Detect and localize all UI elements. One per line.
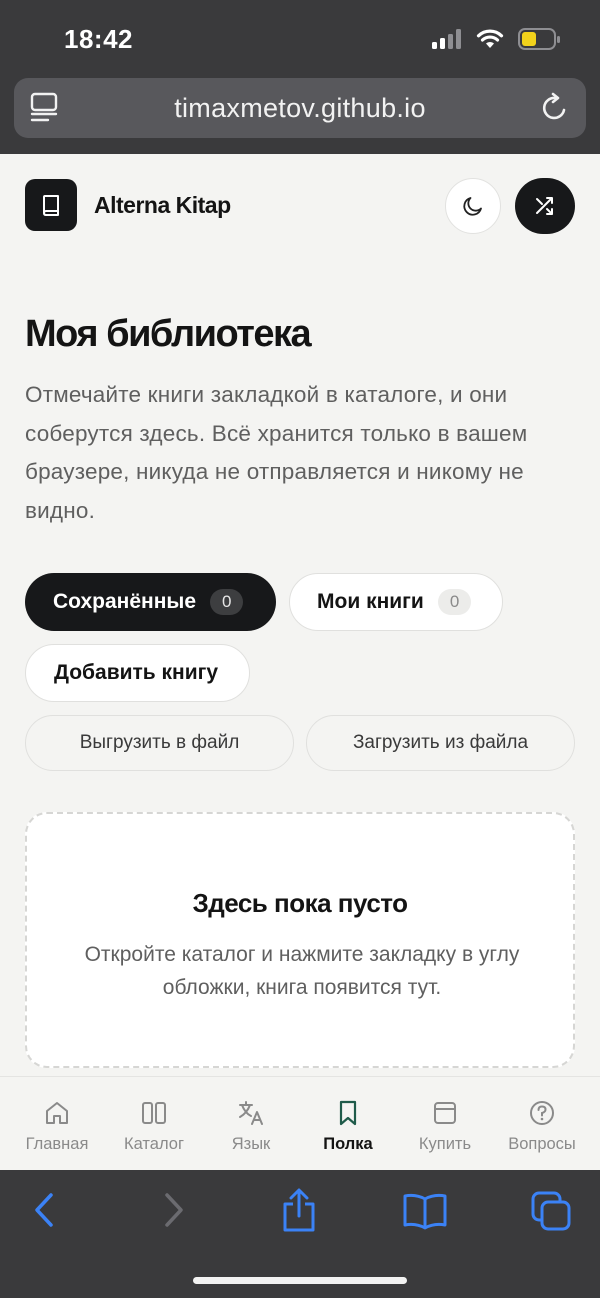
nav-label-shelf: Полка bbox=[323, 1135, 373, 1153]
battery-icon bbox=[518, 28, 560, 50]
add-book-label: Добавить книгу bbox=[54, 661, 219, 684]
tab-saved-label: Сохранённые bbox=[53, 590, 197, 613]
nav-label-language: Язык bbox=[231, 1135, 271, 1153]
nav-label-faq: Вопросы bbox=[508, 1135, 576, 1153]
site-header: Alterna Kitap bbox=[25, 178, 575, 234]
nav-item-faq[interactable]: Вопросы bbox=[494, 1077, 590, 1171]
saved-count-badge: 0 bbox=[210, 589, 244, 615]
nav-item-catalog[interactable]: Каталог bbox=[106, 1077, 202, 1171]
import-from-file-button[interactable]: Загрузить из файла bbox=[306, 715, 575, 771]
signal-icon bbox=[432, 29, 461, 49]
moon-icon bbox=[463, 197, 482, 216]
book-icon bbox=[43, 195, 59, 216]
bookmark-icon bbox=[339, 1100, 357, 1126]
nav-item-language[interactable]: Язык bbox=[203, 1077, 299, 1171]
share-icon[interactable] bbox=[281, 1188, 317, 1232]
translate-icon bbox=[239, 1101, 263, 1125]
empty-state-text: Откройте каталог и нажмите закладку в уг… bbox=[84, 943, 520, 999]
columns-icon bbox=[142, 1102, 166, 1124]
empty-state: Здесь пока пусто Откройте каталог и нажм… bbox=[25, 812, 575, 1068]
add-book-button[interactable]: Добавить книгу bbox=[25, 644, 250, 702]
tab-my-books-label: Мои книги bbox=[317, 590, 424, 613]
bottom-navigation: Главная Каталог Язык Полка Купить Вопрос… bbox=[0, 1076, 600, 1170]
browser-toolbar bbox=[0, 1170, 600, 1298]
browser-url-area: timaxmetov.github.io bbox=[0, 78, 600, 154]
nav-item-buy[interactable]: Купить bbox=[397, 1077, 493, 1171]
shuffle-icon bbox=[536, 197, 553, 215]
tab-my-books[interactable]: Мои книги 0 bbox=[289, 573, 503, 631]
page-description: Отмечайте книги закладкой в каталоге, и … bbox=[25, 382, 528, 523]
reader-view-icon[interactable] bbox=[30, 92, 60, 124]
forward-icon[interactable] bbox=[162, 1190, 186, 1230]
logo[interactable] bbox=[25, 179, 77, 231]
nav-item-shelf[interactable]: Полка bbox=[300, 1077, 396, 1171]
export-to-file-button[interactable]: Выгрузить в файл bbox=[25, 715, 294, 771]
page-title: Моя библиотека bbox=[25, 313, 312, 355]
help-icon bbox=[530, 1101, 554, 1125]
tabs-icon[interactable] bbox=[530, 1190, 572, 1232]
bookmarks-icon[interactable] bbox=[402, 1192, 448, 1230]
my-books-count-badge: 0 bbox=[437, 589, 472, 615]
wifi-icon bbox=[476, 29, 504, 48]
tab-saved[interactable]: Сохранённые 0 bbox=[25, 573, 276, 631]
url-text[interactable]: timaxmetov.github.io bbox=[174, 93, 426, 124]
nav-label-home: Главная bbox=[25, 1135, 89, 1153]
status-icons bbox=[432, 28, 560, 50]
nav-label-catalog: Каталог bbox=[124, 1135, 184, 1153]
home-indicator bbox=[193, 1277, 407, 1284]
nav-label-buy: Купить bbox=[418, 1135, 472, 1153]
empty-state-title: Здесь пока пусто bbox=[192, 888, 408, 918]
random-book-button[interactable] bbox=[515, 178, 575, 234]
home-icon bbox=[46, 1102, 68, 1124]
nav-item-home[interactable]: Главная bbox=[9, 1077, 105, 1171]
status-bar: 18:42 bbox=[0, 0, 600, 78]
brand-name[interactable]: Alterna Kitap bbox=[94, 192, 231, 219]
back-icon[interactable] bbox=[32, 1190, 56, 1230]
address-bar[interactable]: timaxmetov.github.io bbox=[14, 78, 586, 138]
theme-toggle-button[interactable] bbox=[445, 178, 501, 234]
reload-icon[interactable] bbox=[540, 92, 570, 124]
card-icon bbox=[434, 1102, 456, 1124]
status-time: 18:42 bbox=[64, 24, 133, 54]
